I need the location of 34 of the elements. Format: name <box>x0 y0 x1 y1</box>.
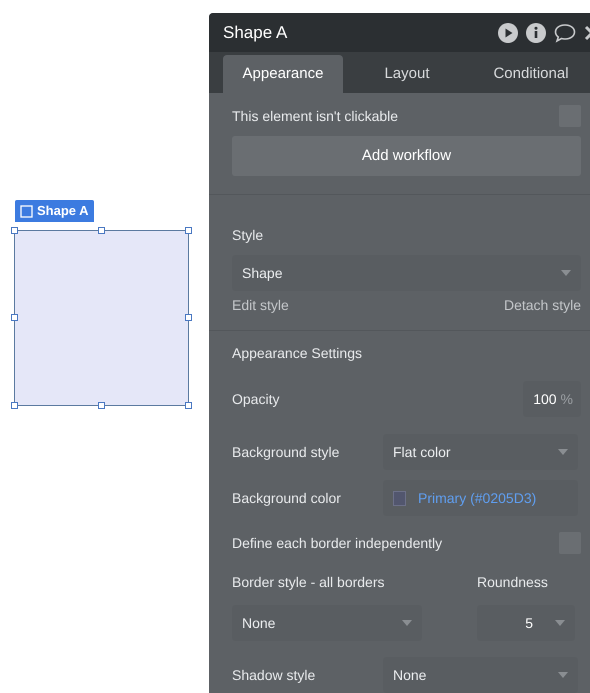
background-style-dropdown[interactable]: Flat color <box>383 434 578 470</box>
square-icon <box>20 204 33 218</box>
caret-icon <box>558 449 568 455</box>
tab[interactable]: Layout <box>347 55 467 93</box>
caret-icon <box>402 620 412 626</box>
style-dropdown[interactable]: Shape <box>232 255 581 291</box>
roundness-field[interactable]: 5 <box>477 605 575 641</box>
caret-icon <box>555 620 565 626</box>
caret-icon <box>561 270 571 276</box>
panel-title: Shape A <box>223 22 288 44</box>
add-workflow-button[interactable]: Add workflow <box>232 136 581 176</box>
edit-style-link[interactable]: Edit style <box>232 295 289 316</box>
detach-style-link[interactable]: Detach style <box>504 295 581 316</box>
color-swatch <box>393 490 406 506</box>
shadow-style-label: Shadow style <box>232 666 316 685</box>
background-style-label: Background style <box>232 442 340 462</box>
opacity-label: Opacity <box>232 390 280 409</box>
element-tag[interactable]: Shape A <box>15 200 94 222</box>
section-heading: Appearance Settings <box>232 344 363 363</box>
style-label: Style <box>232 226 264 245</box>
shadow-style-dropdown[interactable]: None <box>383 657 578 693</box>
comment-icon[interactable] <box>554 22 576 43</box>
info-icon[interactable] <box>526 22 546 43</box>
background-color-label: Background color <box>232 488 342 508</box>
caret-icon <box>558 672 568 678</box>
independent-borders-label: Define each border independently <box>232 534 442 553</box>
tab[interactable]: Appearance <box>223 55 343 93</box>
border-style-dropdown[interactable]: None <box>232 605 422 641</box>
border-style-label: Border style - all borders <box>232 573 386 592</box>
clickable-label: This element isn't clickable <box>232 106 398 126</box>
play-icon[interactable] <box>498 22 518 43</box>
tab[interactable]: Conditional <box>471 55 590 93</box>
roundness-label: Roundness <box>477 573 549 592</box>
opacity-field[interactable]: 100 % <box>523 381 581 417</box>
